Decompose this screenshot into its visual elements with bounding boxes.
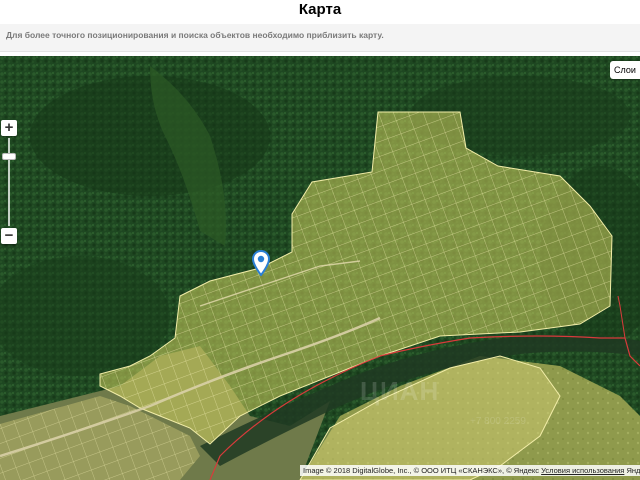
terms-of-use-link[interactable]: Условия использования xyxy=(541,466,624,475)
location-pin-icon[interactable] xyxy=(251,249,271,277)
map-copyright: Image © 2018 DigitalGlobe, Inc., © ООО И… xyxy=(300,465,640,476)
watermark: ЦИАН xyxy=(360,376,440,406)
satellite-imagery xyxy=(0,56,640,480)
zoom-slider-thumb[interactable] xyxy=(2,153,16,160)
map-view[interactable]: ЦИАН +7 800 2259 Слои + − Image © 2018 D… xyxy=(0,56,640,480)
zoom-in-button[interactable]: + xyxy=(1,120,17,136)
zoom-slider-track[interactable] xyxy=(8,138,10,226)
hint-text: Для более точного позиционирования и пои… xyxy=(6,30,384,40)
page-header: Карта xyxy=(0,0,640,24)
watermark-phone: +7 800 2259 xyxy=(470,416,526,427)
yandex-label[interactable]: Янд xyxy=(626,466,640,475)
zoom-out-button[interactable]: − xyxy=(1,228,17,244)
page-title: Карта xyxy=(298,1,342,18)
hint-bar: Для более точного позиционирования и пои… xyxy=(0,24,640,52)
zoom-control: + − xyxy=(0,120,18,250)
layers-button[interactable]: Слои xyxy=(610,61,640,79)
copyright-text: Image © 2018 DigitalGlobe, Inc., © ООО И… xyxy=(303,466,540,475)
